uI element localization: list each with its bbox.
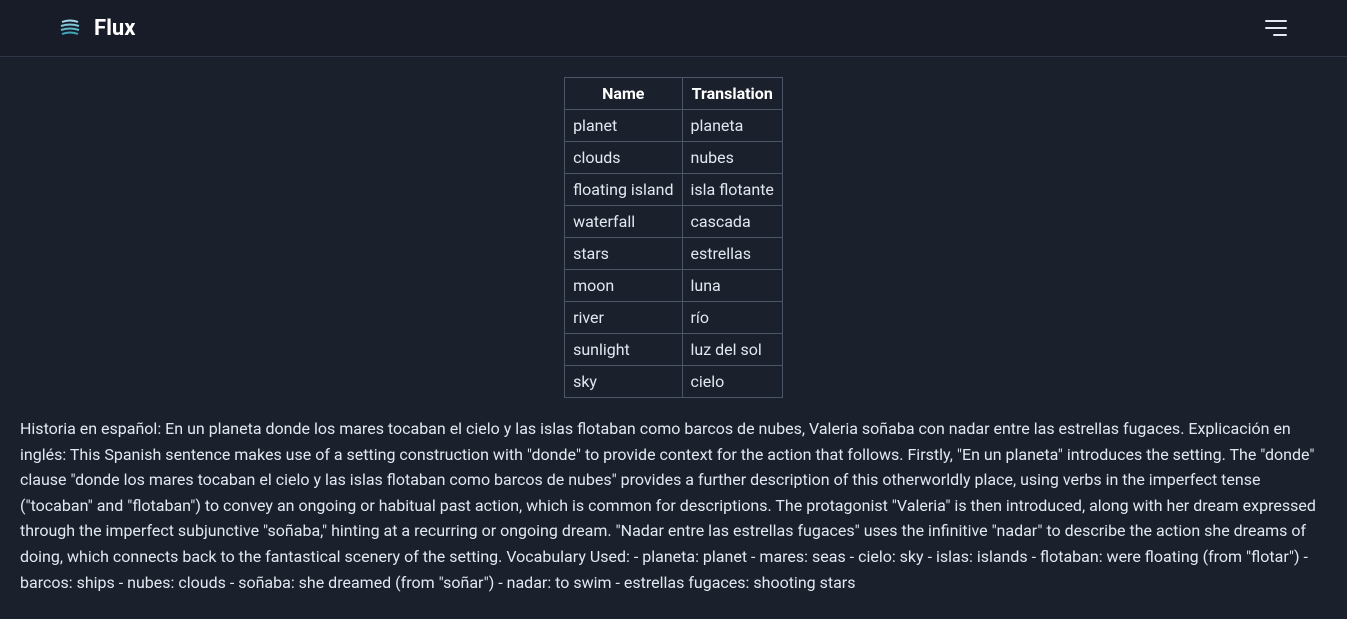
- hamburger-line-icon: [1265, 20, 1287, 22]
- app-title: Flux: [94, 16, 135, 41]
- table-row: starsestrellas: [565, 238, 783, 270]
- table-cell-name: moon: [565, 270, 682, 302]
- table-wrapper: Name Translation planetplanetacloudsnube…: [20, 77, 1327, 398]
- table-cell-translation: planeta: [682, 110, 782, 142]
- table-cell-translation: cascada: [682, 206, 782, 238]
- table-cell-name: sky: [565, 366, 682, 398]
- header: Flux: [0, 0, 1347, 57]
- table-row: floating islandisla flotante: [565, 174, 783, 206]
- vocabulary-table: Name Translation planetplanetacloudsnube…: [564, 77, 783, 398]
- table-header-translation: Translation: [682, 78, 782, 110]
- table-row: sunlightluz del sol: [565, 334, 783, 366]
- table-header-name: Name: [565, 78, 682, 110]
- table-cell-name: clouds: [565, 142, 682, 174]
- hamburger-line-icon: [1273, 34, 1287, 36]
- table-cell-translation: luz del sol: [682, 334, 782, 366]
- table-row: cloudsnubes: [565, 142, 783, 174]
- table-row: moonluna: [565, 270, 783, 302]
- table-cell-name: sunlight: [565, 334, 682, 366]
- table-cell-translation: río: [682, 302, 782, 334]
- menu-button[interactable]: [1261, 16, 1291, 40]
- table-cell-translation: luna: [682, 270, 782, 302]
- table-cell-name: river: [565, 302, 682, 334]
- table-cell-name: stars: [565, 238, 682, 270]
- table-cell-translation: nubes: [682, 142, 782, 174]
- table-cell-translation: isla flotante: [682, 174, 782, 206]
- table-cell-translation: cielo: [682, 366, 782, 398]
- table-cell-name: floating island: [565, 174, 682, 206]
- hamburger-line-icon: [1265, 27, 1287, 29]
- explanation-paragraph: Historia en español: En un planeta donde…: [20, 416, 1327, 595]
- table-row: planetplaneta: [565, 110, 783, 142]
- table-row: riverrío: [565, 302, 783, 334]
- header-left: Flux: [56, 14, 135, 42]
- table-cell-translation: estrellas: [682, 238, 782, 270]
- flux-logo-icon: [56, 14, 84, 42]
- table-row: skycielo: [565, 366, 783, 398]
- table-header-row: Name Translation: [565, 78, 783, 110]
- table-row: waterfallcascada: [565, 206, 783, 238]
- table-cell-name: waterfall: [565, 206, 682, 238]
- main-content: Name Translation planetplanetacloudsnube…: [0, 57, 1347, 615]
- table-cell-name: planet: [565, 110, 682, 142]
